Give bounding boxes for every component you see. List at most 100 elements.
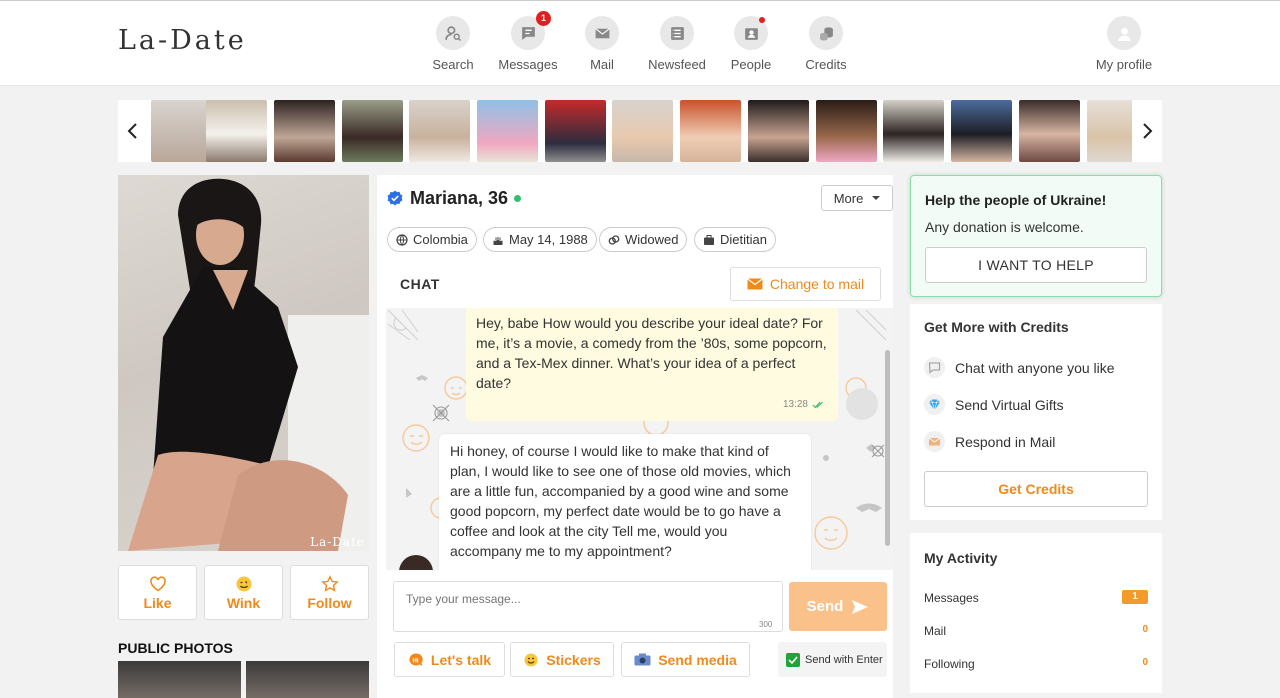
change-to-mail-button[interactable]: Change to mail bbox=[730, 267, 881, 301]
message-bubble-outgoing[interactable]: Hey, babe How would you describe your id… bbox=[466, 308, 838, 421]
messages-badge: 1 bbox=[536, 11, 551, 26]
carousel-thumb[interactable] bbox=[748, 100, 809, 162]
nav-people[interactable]: People bbox=[711, 16, 791, 72]
chat-messages-area[interactable]: Hey, babe How would you describe your id… bbox=[386, 308, 893, 570]
carousel-thumb[interactable] bbox=[206, 100, 267, 162]
activity-row-mail[interactable]: Mail 0 bbox=[924, 624, 1148, 638]
nav-my-profile-label: My profile bbox=[1095, 57, 1153, 72]
verified-badge-icon bbox=[387, 190, 403, 206]
wink-button[interactable]: Wink bbox=[204, 565, 283, 620]
search-icon bbox=[436, 16, 470, 50]
carousel-thumb[interactable] bbox=[612, 100, 673, 162]
lets-talk-label: Let's talk bbox=[430, 651, 492, 668]
carousel-thumb[interactable] bbox=[1019, 100, 1080, 162]
credits-feature-label: Respond in Mail bbox=[955, 433, 1056, 450]
nav-mail[interactable]: Mail bbox=[562, 16, 642, 72]
carousel-thumb[interactable] bbox=[816, 100, 877, 162]
profile-avatar-icon bbox=[1107, 16, 1141, 50]
send-button[interactable]: Send bbox=[789, 582, 887, 631]
chat-scrollbar[interactable] bbox=[885, 350, 890, 546]
my-activity-card: My Activity Messages 1 Mail 0 Following … bbox=[910, 533, 1162, 693]
messages-icon: 1 bbox=[511, 11, 551, 50]
carousel-thumb[interactable] bbox=[477, 100, 538, 162]
activity-row-label: Following bbox=[924, 657, 975, 671]
nav-search[interactable]: Search bbox=[413, 16, 493, 72]
message-time: 13:28 bbox=[783, 395, 826, 415]
carousel-thumb[interactable] bbox=[545, 100, 606, 162]
activity-row-following[interactable]: Following 0 bbox=[924, 657, 1148, 671]
nav-newsfeed-label: Newsfeed bbox=[648, 57, 706, 72]
online-status-dot bbox=[514, 195, 521, 202]
nav-my-profile[interactable]: My profile bbox=[1084, 16, 1164, 72]
ukraine-title: Help the people of Ukraine! bbox=[925, 192, 1107, 208]
wink-label: Wink bbox=[226, 595, 261, 611]
lets-talk-button[interactable]: Hi Let's talk bbox=[394, 642, 505, 677]
ukraine-subtitle: Any donation is welcome. bbox=[925, 219, 1084, 235]
birthday-chip: May 14, 1988 bbox=[483, 227, 597, 252]
credits-icon bbox=[809, 16, 843, 50]
want-to-help-button[interactable]: I WANT TO HELP bbox=[925, 247, 1147, 283]
carousel-thumb[interactable] bbox=[151, 100, 212, 162]
credits-card: Get More with Credits Chat with anyone y… bbox=[910, 304, 1162, 520]
carousel-thumb[interactable] bbox=[680, 100, 741, 162]
activity-row-label: Messages bbox=[924, 591, 979, 605]
wink-emoji-icon bbox=[236, 576, 251, 592]
more-dropdown[interactable]: More bbox=[821, 185, 893, 211]
carousel-thumb[interactable] bbox=[342, 100, 403, 162]
like-label: Like bbox=[143, 595, 172, 611]
newsfeed-icon bbox=[660, 16, 694, 50]
chat-bubble-icon: Hi bbox=[409, 652, 423, 666]
message-bubble-incoming[interactable]: Hi honey, of course I would like to make… bbox=[439, 434, 811, 570]
checkbox-checked-icon[interactable] bbox=[786, 652, 800, 667]
chat-panel: Mariana, 36 More Colombia May 14, 1988 W… bbox=[377, 175, 893, 698]
carousel-prev-button[interactable] bbox=[118, 100, 148, 162]
site-logo[interactable]: La-Date bbox=[118, 25, 247, 56]
carousel-next-button[interactable] bbox=[1132, 100, 1162, 162]
send-label: Send bbox=[806, 598, 844, 615]
my-avatar bbox=[846, 388, 878, 420]
send-media-button[interactable]: Send media bbox=[621, 642, 750, 677]
camera-icon bbox=[634, 653, 651, 666]
ukraine-donation-card: Help the people of Ukraine! Any donation… bbox=[910, 175, 1162, 297]
activity-row-count: 0 bbox=[1142, 624, 1148, 635]
svg-text:Hi: Hi bbox=[412, 658, 418, 664]
envelope-icon bbox=[924, 431, 945, 452]
paper-plane-icon bbox=[852, 599, 869, 614]
credits-feature-gifts: Send Virtual Gifts bbox=[924, 394, 1064, 415]
activity-title: My Activity bbox=[924, 550, 998, 566]
chevron-left-icon bbox=[127, 123, 137, 139]
nav-messages-label: Messages bbox=[498, 57, 558, 72]
nav-messages[interactable]: 1 Messages bbox=[488, 11, 568, 72]
public-photo[interactable] bbox=[246, 661, 369, 698]
star-icon bbox=[320, 575, 339, 592]
mail-icon bbox=[585, 16, 619, 50]
send-media-label: Send media bbox=[658, 651, 737, 668]
nav-credits[interactable]: Credits bbox=[786, 16, 866, 72]
send-with-enter-toggle[interactable]: Send with Enter bbox=[778, 642, 887, 677]
credits-title: Get More with Credits bbox=[924, 319, 1069, 335]
public-photo[interactable] bbox=[118, 661, 241, 698]
carousel-thumb[interactable] bbox=[274, 100, 335, 162]
carousel-thumb[interactable] bbox=[409, 100, 470, 162]
people-icon bbox=[734, 16, 768, 50]
follow-button[interactable]: Follow bbox=[290, 565, 369, 620]
carousel-thumb[interactable] bbox=[883, 100, 944, 162]
get-credits-button[interactable]: Get Credits bbox=[924, 471, 1148, 507]
carousel-thumb[interactable] bbox=[951, 100, 1012, 162]
change-to-mail-label: Change to mail bbox=[769, 276, 865, 292]
nav-search-label: Search bbox=[432, 57, 474, 72]
profile-main-photo[interactable]: La-Date bbox=[118, 175, 369, 551]
nav-newsfeed[interactable]: Newsfeed bbox=[637, 16, 717, 72]
stickers-button[interactable]: Stickers bbox=[510, 642, 614, 677]
message-input[interactable] bbox=[393, 581, 783, 632]
birthday-label: May 14, 1988 bbox=[509, 232, 588, 247]
incoming-message-text: Hi honey, of course I would like to make… bbox=[450, 443, 791, 559]
marital-status-chip: Widowed bbox=[599, 227, 688, 252]
like-button[interactable]: Like bbox=[118, 565, 197, 620]
diamond-icon bbox=[924, 394, 945, 415]
nav-people-label: People bbox=[730, 57, 772, 72]
chat-title: CHAT bbox=[400, 276, 440, 292]
rings-icon bbox=[608, 234, 620, 245]
activity-row-messages[interactable]: Messages 1 bbox=[924, 590, 1148, 605]
double-check-icon bbox=[812, 401, 823, 409]
